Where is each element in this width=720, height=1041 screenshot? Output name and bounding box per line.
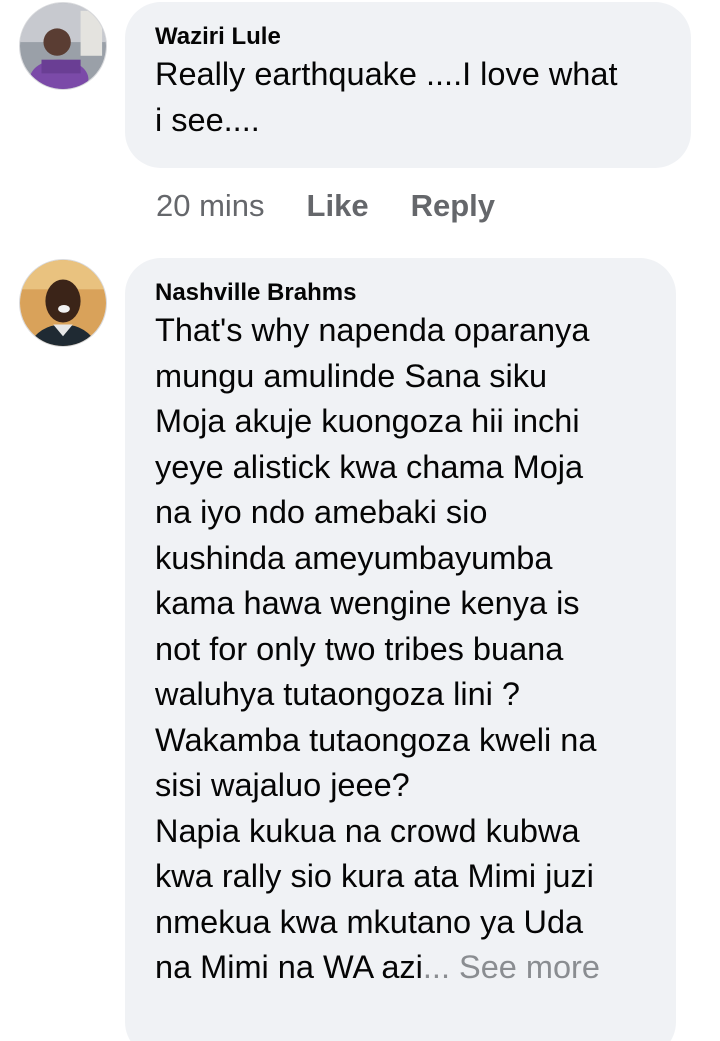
comment-text: Really earthquake ....I love what i see.… (155, 56, 618, 138)
avatar[interactable] (19, 259, 107, 347)
see-more-link[interactable]: ... See more (423, 949, 600, 985)
comment-actions: 20 mins Like Reply (156, 186, 537, 226)
avatar[interactable] (19, 2, 107, 90)
comment-author[interactable]: Waziri Lule (155, 22, 661, 52)
comment-author[interactable]: Nashville Brahms (155, 278, 646, 308)
avatar-photo-icon (20, 3, 106, 89)
like-button[interactable]: Like (307, 186, 369, 226)
avatar-photo-icon (20, 260, 106, 346)
comment-bubble: Nashville Brahms That's why napenda opar… (125, 258, 676, 1041)
comment-text-body: That's why napenda oparanya mungu amulin… (155, 312, 597, 985)
comment-bubble: Waziri Lule Really earthquake ....I love… (125, 2, 691, 168)
reply-button[interactable]: Reply (411, 186, 495, 226)
comment-timestamp[interactable]: 20 mins (156, 186, 265, 226)
comment-text: That's why napenda oparanya mungu amulin… (155, 308, 646, 991)
